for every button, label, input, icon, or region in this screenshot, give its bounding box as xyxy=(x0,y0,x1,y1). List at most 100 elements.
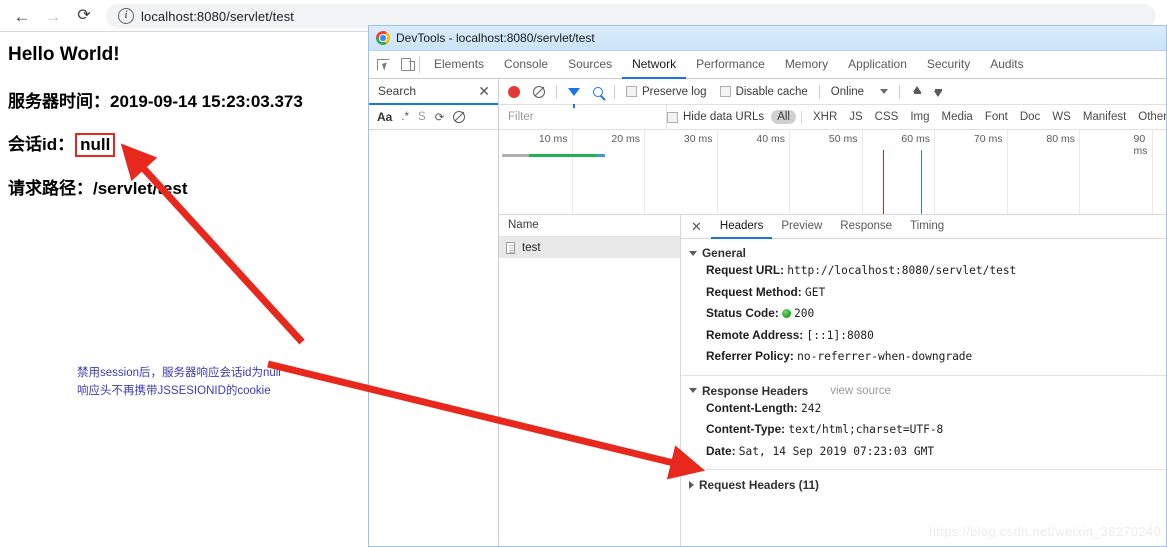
timeline-tick-label: 70 ms xyxy=(973,133,1003,145)
request-list: Name test xyxy=(499,215,681,546)
header-key: Status Code: xyxy=(706,306,779,320)
site-info-icon[interactable]: i xyxy=(118,8,134,24)
devtools-titlebar: DevTools - localhost:8080/servlet/test xyxy=(369,26,1166,51)
filter-type-manifest[interactable]: Manifest xyxy=(1077,110,1132,124)
clear-icon[interactable] xyxy=(533,85,545,98)
filter-type-other[interactable]: Other xyxy=(1132,110,1166,124)
filter-icon[interactable] xyxy=(568,87,580,108)
preserve-log-label: Preserve log xyxy=(642,85,707,98)
request-path-value: /servlet/test xyxy=(93,179,188,198)
timeline-tick-label: 10 ms xyxy=(538,133,568,145)
search-icon[interactable] xyxy=(593,86,603,97)
timeline-gridline xyxy=(1151,130,1153,214)
tab-elements[interactable]: Elements xyxy=(424,51,494,79)
devtools-body: Search ✕ Aa .* S ⟳ Preserve log Disable … xyxy=(369,79,1166,546)
table-row[interactable]: test xyxy=(499,237,680,258)
header-key: Content-Type: xyxy=(706,422,786,436)
header-key: Request URL: xyxy=(706,263,784,277)
search-results-area xyxy=(369,130,498,546)
header-row: Content-Type: text/html;charset=UTF-8 xyxy=(681,419,1166,441)
filter-type-all[interactable]: All xyxy=(771,110,796,124)
tab-performance[interactable]: Performance xyxy=(686,51,775,79)
header-row: Content-Length: 242 xyxy=(681,398,1166,420)
filter-input[interactable]: Filter xyxy=(499,104,667,130)
devtools-tool-icons xyxy=(369,51,417,78)
tab-headers[interactable]: Headers xyxy=(710,215,773,239)
header-row: Referrer Policy: no-referrer-when-downgr… xyxy=(681,346,1166,368)
timeline-gridline xyxy=(644,130,645,214)
preserve-log-checkbox[interactable]: Preserve log xyxy=(626,86,707,98)
request-headers-title: Request Headers (11) xyxy=(699,478,819,492)
filter-type-font[interactable]: Font xyxy=(979,110,1014,124)
request-path-label: 请求路径： xyxy=(8,179,93,198)
hide-data-urls-label: Hide data URLs xyxy=(683,111,765,123)
tab-sources[interactable]: Sources xyxy=(558,51,622,79)
forward-arrow-icon[interactable]: → xyxy=(41,4,65,28)
timeline-tick-label: 50 ms xyxy=(828,133,858,145)
request-headers-header[interactable]: Request Headers (11) xyxy=(681,478,1166,492)
search-scope-icon[interactable]: S xyxy=(418,111,426,123)
download-icon[interactable] xyxy=(932,85,945,99)
throttling-select[interactable]: Online xyxy=(831,86,864,98)
disable-cache-checkbox[interactable]: Disable cache xyxy=(719,85,808,98)
disable-cache-label: Disable cache xyxy=(735,85,808,98)
tab-memory[interactable]: Memory xyxy=(775,51,838,79)
filter-type-css[interactable]: CSS xyxy=(869,110,905,124)
hide-data-urls-checkbox[interactable]: Hide data URLs xyxy=(667,111,764,123)
regex-icon[interactable]: .* xyxy=(401,111,409,123)
device-toolbar-icon[interactable] xyxy=(401,58,415,71)
general-section-title: General xyxy=(702,246,746,260)
hide-data-urls-box xyxy=(667,111,678,123)
tab-audits[interactable]: Audits xyxy=(980,51,1033,79)
tab-security[interactable]: Security xyxy=(917,51,980,79)
match-case-icon[interactable]: Aa xyxy=(377,110,392,124)
address-bar-url: localhost:8080/servlet/test xyxy=(141,8,295,24)
network-panel: Preserve log Disable cache Online Filter… xyxy=(499,79,1166,546)
header-value: [::1]:8080 xyxy=(806,328,874,342)
close-icon[interactable]: ✕ xyxy=(681,215,711,238)
request-path-line: 请求路径：/servlet/test xyxy=(8,174,188,199)
timeline-gridline xyxy=(1006,130,1008,214)
response-headers-header[interactable]: Response Headers view source xyxy=(681,384,1166,398)
filter-type-js[interactable]: JS xyxy=(843,110,868,124)
response-headers-section: Response Headers view source Content-Len… xyxy=(681,384,1166,463)
network-overview-timeline[interactable]: 10 ms 20 ms 30 ms 40 ms 50 ms 60 ms 70 ms 80 ms… xyxy=(499,130,1166,215)
detail-tabs: ✕ Headers Preview Response Timing xyxy=(681,215,1166,239)
timeline-tick-label: 20 ms xyxy=(611,133,640,145)
reload-icon[interactable]: ⟳ xyxy=(72,4,96,28)
chevron-down-icon[interactable] xyxy=(880,89,889,94)
record-icon[interactable] xyxy=(508,85,520,98)
tab-console[interactable]: Console xyxy=(494,51,558,79)
filter-type-ws[interactable]: WS xyxy=(1046,110,1077,124)
filter-type-xhr[interactable]: XHR xyxy=(807,110,843,124)
timeline-tick-label: 60 ms xyxy=(901,133,930,145)
tab-response[interactable]: Response xyxy=(831,215,901,239)
search-pane-header: Search ✕ xyxy=(369,79,498,105)
tab-preview[interactable]: Preview xyxy=(772,215,831,239)
back-arrow-icon[interactable]: ← xyxy=(10,4,34,28)
tab-network[interactable]: Network xyxy=(622,51,687,79)
refresh-icon[interactable]: ⟳ xyxy=(435,110,445,124)
search-pane: Search ✕ Aa .* S ⟳ xyxy=(369,79,499,546)
tab-application[interactable]: Application xyxy=(838,51,917,79)
request-detail-pane: ✕ Headers Preview Response Timing Genera… xyxy=(681,215,1166,546)
close-icon[interactable]: ✕ xyxy=(478,84,490,98)
screenshot-root: ← → ⟳ i localhost:8080/servlet/test Hell… xyxy=(0,0,1167,547)
page-heading: Hello World! xyxy=(8,44,120,65)
filter-type-media[interactable]: Media xyxy=(936,110,979,124)
view-source-link[interactable]: view source xyxy=(830,385,891,397)
general-section: General Request URL: http://localhost:80… xyxy=(681,246,1166,368)
filter-type-img[interactable]: Img xyxy=(904,110,935,124)
upload-icon[interactable] xyxy=(911,85,924,99)
server-time-line: 服务器时间：2019-09-14 15:23:03.373 xyxy=(8,87,303,112)
timeline-gridline xyxy=(1079,130,1080,214)
inspect-element-icon[interactable] xyxy=(377,58,390,71)
timeline-tick-label: 40 ms xyxy=(756,133,785,145)
general-section-header[interactable]: General xyxy=(681,246,1166,260)
session-id-label: 会话id： xyxy=(8,135,75,154)
clear-search-icon[interactable] xyxy=(453,111,466,123)
header-key: Content-Length: xyxy=(706,400,798,415)
server-time-label: 服务器时间： xyxy=(8,92,110,111)
tab-timing[interactable]: Timing xyxy=(901,215,953,239)
filter-type-doc[interactable]: Doc xyxy=(1014,110,1046,124)
